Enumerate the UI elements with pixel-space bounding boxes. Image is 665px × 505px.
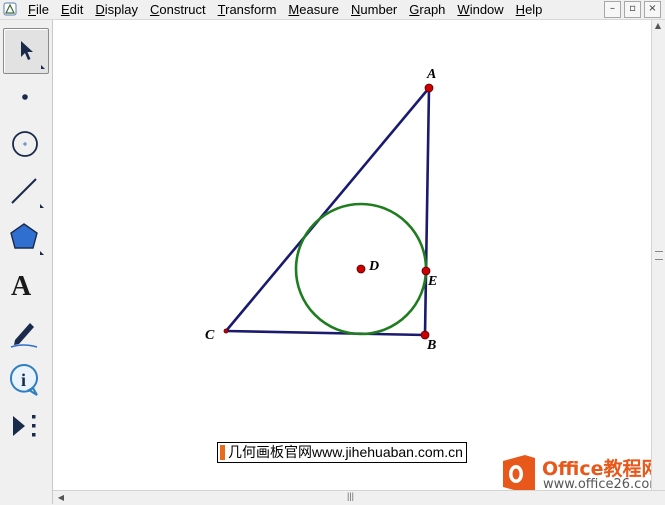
arrow-tool[interactable] <box>3 28 49 74</box>
menu-item-window[interactable]: Window <box>450 0 508 19</box>
svg-text:A: A <box>11 271 32 302</box>
menu-accelerator: M <box>288 2 300 17</box>
menu-item-graph[interactable]: Graph <box>402 0 450 19</box>
menu-accelerator: E <box>60 2 70 17</box>
label-D[interactable]: D <box>369 259 379 275</box>
menu-label: raph <box>419 2 446 17</box>
segment-AB[interactable] <box>423 87 431 336</box>
menu-accelerator: T <box>217 2 226 17</box>
scroll-left-arrow[interactable]: ◀ <box>55 492 67 504</box>
menu-accelerator: F <box>28 2 36 17</box>
menu-item-number[interactable]: Number <box>344 0 402 19</box>
vertical-scrollbar[interactable]: ▲ <box>651 20 665 490</box>
watermark-text: 几何画板官网www.jihehuaban.com.cn <box>217 442 467 463</box>
menu-item-help[interactable]: Help <box>509 0 548 19</box>
scroll-up-arrow[interactable]: ▲ <box>652 20 664 32</box>
sketch-canvas[interactable]: A B C D E 几何画板官网www.jihehuaban.com.cn <box>53 20 651 490</box>
app-icon[interactable] <box>3 2 17 16</box>
info-icon: i <box>9 364 38 396</box>
point-icon <box>22 94 28 100</box>
menu-label: dit <box>69 2 84 17</box>
menu-label: easure <box>299 2 340 17</box>
text-tool[interactable]: A <box>3 263 47 307</box>
menu-item-construct[interactable]: Construct <box>143 0 211 19</box>
menu-item-edit[interactable]: Edit <box>54 0 88 19</box>
label-E[interactable]: E <box>428 274 437 290</box>
svg-text:i: i <box>21 370 26 390</box>
menu-label: ransform <box>225 2 277 17</box>
label-A[interactable]: A <box>427 67 436 83</box>
label-B[interactable]: B <box>427 338 436 354</box>
menu-accelerator: D <box>95 2 105 17</box>
close-button[interactable]: × <box>644 1 661 18</box>
text-a-icon: A <box>11 271 32 302</box>
menu-label: ile <box>35 2 49 17</box>
toolbox: A i <box>0 20 53 504</box>
menu-accelerator: W <box>457 2 470 17</box>
segment-BC[interactable] <box>225 329 426 337</box>
menu-accelerator: C <box>150 2 160 17</box>
menu-item-display[interactable]: Display <box>88 0 143 19</box>
label-C[interactable]: C <box>205 328 214 344</box>
menu-accelerator: N <box>351 2 361 17</box>
menu-item-transform[interactable]: Transform <box>211 0 282 19</box>
menu-label: isplay <box>104 2 139 17</box>
vertical-scroll-grip[interactable] <box>655 251 663 260</box>
menu-accelerator: H <box>515 2 526 17</box>
marker-tool[interactable] <box>3 310 47 354</box>
custom-tool[interactable] <box>3 404 47 448</box>
compass-tool[interactable] <box>3 122 47 166</box>
geometry-drawing <box>223 83 434 340</box>
line-icon <box>11 178 44 208</box>
arrow-icon <box>21 41 45 69</box>
point-C[interactable] <box>223 328 229 334</box>
menu-item-measure[interactable]: Measure <box>281 0 344 19</box>
horizontal-scroll-grip[interactable]: ||| <box>347 491 354 501</box>
play-dots-icon <box>13 415 36 437</box>
menu-label: indow <box>469 2 504 17</box>
menu-bar: File Edit Display Construct Transform Measure… <box>0 0 665 20</box>
menu-label: elp <box>525 2 543 17</box>
point-tool[interactable] <box>3 75 47 119</box>
menu-item-file[interactable]: File <box>21 0 54 19</box>
menu-accelerator: G <box>409 2 420 17</box>
polygon-tool[interactable] <box>3 216 47 260</box>
point-D[interactable] <box>356 264 366 274</box>
point-A[interactable] <box>424 83 434 93</box>
circle-icon <box>12 131 38 157</box>
pentagon-icon <box>10 223 44 255</box>
restore-button[interactable]: ▫ <box>624 1 641 18</box>
segment-CA[interactable] <box>225 87 430 332</box>
menu-label: umber <box>360 2 398 17</box>
information-tool[interactable]: i <box>3 357 47 401</box>
minimize-button[interactable]: – <box>604 1 621 18</box>
horizontal-scrollbar[interactable]: ◀ ||| <box>53 490 665 505</box>
pen-icon <box>10 323 38 348</box>
menu-label: onstruct <box>159 2 206 17</box>
straightedge-tool[interactable] <box>3 169 47 213</box>
